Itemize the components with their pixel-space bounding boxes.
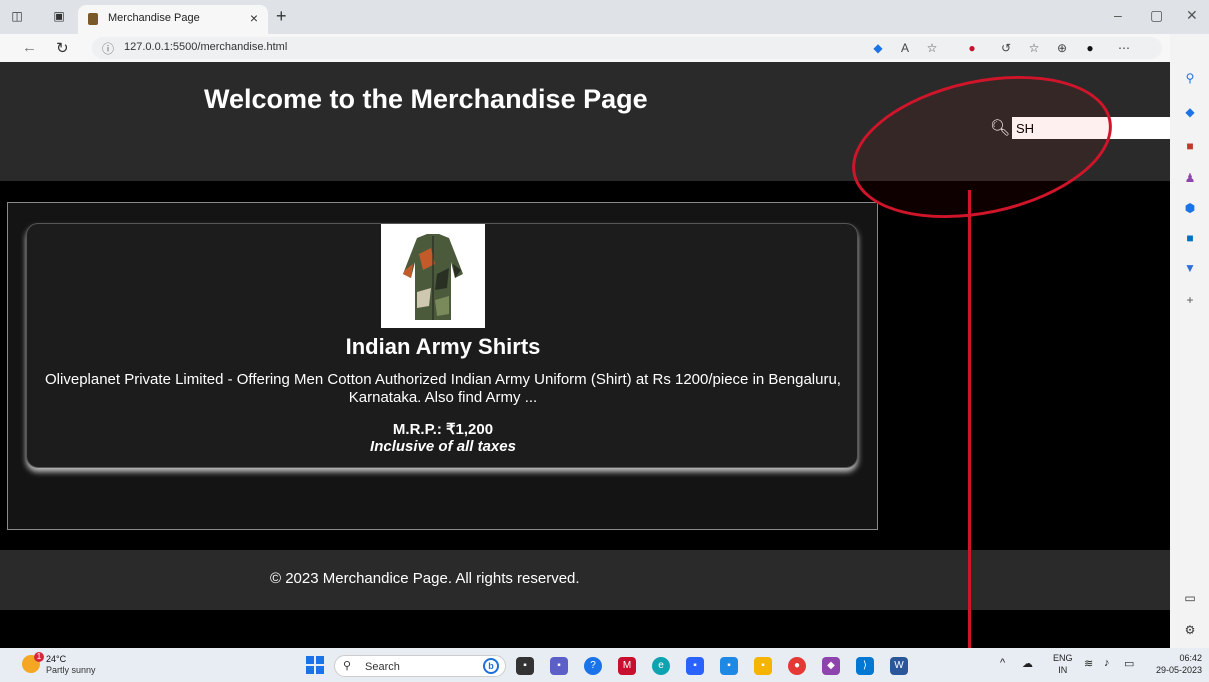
help-icon[interactable]: ? [584,657,602,675]
language-region: IN [1058,665,1068,675]
read-aloud-icon[interactable]: A [897,40,913,56]
taskbar-search-icon: ⚲ [343,660,352,672]
teams-icon[interactable]: ▪ [550,657,568,675]
edge-sidebar: ⚲ ◆ ■ ♟ ⬢ ■ ▼ + ▭ ⚙ [1170,34,1209,648]
taskbar: 1 24°C Partly sunny ⚲ Search b ▪ ▪ ? M e… [0,648,1209,682]
tray-chevron-icon[interactable]: ^ [1000,657,1005,669]
chrome-icon[interactable]: ● [788,657,806,675]
weather-badge: 1 [34,652,44,662]
store-icon[interactable]: ▪ [720,657,738,675]
favicon-icon [88,13,98,25]
start-button[interactable] [306,656,324,674]
favorites-icon[interactable]: ☆ [1026,40,1042,56]
page-footer: © 2023 Merchandice Page. All rights rese… [0,550,1170,610]
clock-time: 06:42 [1179,653,1202,663]
taskbar-search-label: Search [365,661,400,673]
app2-icon[interactable]: ◆ [822,657,840,675]
refresh-icon[interactable]: ↻ [56,39,69,57]
address-bar-row: ← ↻ ⓘ 127.0.0.1:5500/merchandise.html [0,34,1170,62]
task-view-icon[interactable]: ▪ [516,657,534,675]
add-sidebar-icon[interactable]: + [1182,292,1198,308]
footer-copyright: © 2023 Merchandice Page. All rights rese… [270,570,580,587]
page-title: Welcome to the Merchandise Page [204,84,648,114]
site-info-icon[interactable]: ⓘ [102,40,114,57]
new-tab-button[interactable]: + [276,6,287,27]
clock-date: 29-05-2023 [1155,665,1202,675]
tray-cloud-icon[interactable]: ☁ [1022,657,1033,670]
product-price: M.R.P.: ₹1,200 [392,421,494,438]
weather-condition: Partly sunny [46,665,96,675]
drop-sidebar-icon[interactable]: ▼ [1182,260,1198,276]
workspaces-icon[interactable]: ◫ [10,9,24,23]
product-name: Indian Army Shirts [345,334,541,359]
sidebar-layout-icon[interactable]: ▭ [1182,590,1198,606]
more-menu-icon[interactable]: ⋯ [1116,40,1132,56]
restore-button[interactable]: ▢ [1150,7,1163,24]
tab-title: Merchandise Page [108,12,200,24]
product-image [381,224,485,328]
games-sidebar-icon[interactable]: ♟ [1182,170,1198,186]
language-code: ENG [1053,653,1073,663]
shirt-image-icon [403,234,463,320]
settings-gear-icon[interactable]: ⚙ [1182,622,1198,638]
language-indicator[interactable]: ENG IN [1053,652,1073,676]
back-icon[interactable]: ← [22,39,37,56]
shopping-tag-icon[interactable]: ◆ [870,40,886,56]
battery-icon[interactable]: ▭ [1124,657,1134,670]
profile-avatar[interactable]: ● [1082,40,1098,56]
taskbar-search[interactable]: ⚲ Search b [334,655,506,677]
mcafee-icon[interactable]: M [618,657,636,675]
vscode-icon[interactable]: ⟩ [856,657,874,675]
tools-sidebar-icon[interactable]: ■ [1182,138,1198,154]
tax-note: Inclusive of all taxes [370,438,516,455]
annotation-line [968,190,971,682]
edge-icon[interactable]: e [652,657,670,675]
product-description: Oliveplanet Private Limited - Offering M… [45,371,841,406]
minimize-button[interactable]: – [1114,7,1122,23]
product-card[interactable]: Indian Army Shirts Oliveplanet Private L… [26,223,858,468]
collections-icon[interactable]: ⊕ [1054,40,1070,56]
volume-icon[interactable]: ♪ [1104,657,1110,669]
browser-tab[interactable]: Merchandise Page × [78,5,268,34]
search-sidebar-icon[interactable]: ⚲ [1182,70,1198,86]
office-sidebar-icon[interactable]: ⬢ [1182,200,1198,216]
bing-taskbar-icon: b [483,658,499,674]
outlook-sidebar-icon[interactable]: ■ [1182,230,1198,246]
products-container: Indian Army Shirts Oliveplanet Private L… [7,202,878,530]
favorite-star-icon[interactable]: ☆ [924,40,940,56]
app-icon[interactable]: ▪ [686,657,704,675]
file-explorer-icon[interactable]: ▪ [754,657,772,675]
tab-bar: ◫ ▣ Merchandise Page × + – ▢ ✕ [0,0,1209,34]
shopping-sidebar-icon[interactable]: ◆ [1182,104,1198,120]
close-window-button[interactable]: ✕ [1186,7,1198,24]
wifi-icon[interactable]: ≋ [1084,657,1093,670]
extension-shield-icon[interactable]: ● [964,40,980,56]
weather-temperature: 24°C [46,654,67,664]
refresh-extension-icon[interactable]: ↺ [998,40,1014,56]
tab-close-button[interactable]: × [250,10,258,26]
word-icon[interactable]: W [890,657,908,675]
url-text: 127.0.0.1:5500/merchandise.html [124,41,288,53]
tab-actions-icon[interactable]: ▣ [52,9,66,23]
clock[interactable]: 06:42 29-05-2023 [1156,652,1202,676]
